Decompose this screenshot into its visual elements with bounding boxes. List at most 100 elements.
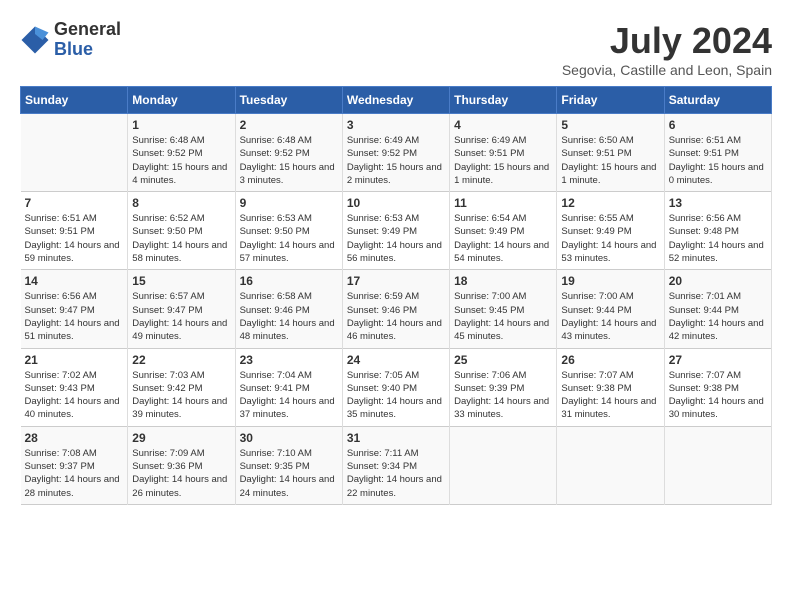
calendar-cell [557, 426, 664, 504]
day-number: 18 [454, 274, 552, 288]
calendar-cell: 10Sunrise: 6:53 AMSunset: 9:49 PMDayligh… [342, 192, 449, 270]
calendar-week-row: 14 Sunrise: 6:56 AMSunset: 9:47 PMDayligh… [21, 270, 772, 348]
day-info: Sunrise: 6:53 AMSunset: 9:50 PMDaylight:… [240, 212, 338, 265]
calendar-cell: 26 Sunrise: 7:07 AMSunset: 9:38 PMDayligh… [557, 348, 664, 426]
day-info: Sunrise: 6:56 AMSunset: 9:48 PMDaylight:… [669, 212, 767, 265]
day-number: 16 [240, 274, 338, 288]
day-info: Sunrise: 6:58 AMSunset: 9:46 PMDaylight:… [240, 290, 338, 343]
day-info: Sunrise: 7:04 AMSunset: 9:41 PMDaylight:… [240, 369, 338, 422]
day-number: 23 [240, 353, 338, 367]
calendar-cell [21, 114, 128, 192]
calendar-header-row: Sunday Monday Tuesday Wednesday Thursday… [21, 87, 772, 114]
day-number: 30 [240, 431, 338, 445]
day-info: Sunrise: 7:09 AMSunset: 9:36 PMDaylight:… [132, 447, 230, 500]
day-number: 9 [240, 196, 338, 210]
day-info: Sunrise: 6:50 AMSunset: 9:51 PMDaylight:… [561, 134, 659, 187]
day-number: 28 [25, 431, 124, 445]
day-number: 22 [132, 353, 230, 367]
calendar-cell: 1Sunrise: 6:48 AMSunset: 9:52 PMDaylight… [128, 114, 235, 192]
day-number: 20 [669, 274, 767, 288]
day-info: Sunrise: 7:07 AMSunset: 9:38 PMDaylight:… [561, 369, 659, 422]
calendar-cell: 22 Sunrise: 7:03 AMSunset: 9:42 PMDayligh… [128, 348, 235, 426]
calendar-cell: 9 Sunrise: 6:53 AMSunset: 9:50 PMDaylight… [235, 192, 342, 270]
calendar-cell: 17 Sunrise: 6:59 AMSunset: 9:46 PMDayligh… [342, 270, 449, 348]
header: General Blue July 2024 Segovia, Castille… [20, 20, 772, 78]
header-wednesday: Wednesday [342, 87, 449, 114]
day-info: Sunrise: 6:48 AMSunset: 9:52 PMDaylight:… [132, 134, 230, 187]
calendar-table: Sunday Monday Tuesday Wednesday Thursday… [20, 86, 772, 505]
day-info: Sunrise: 6:56 AMSunset: 9:47 PMDaylight:… [25, 290, 124, 343]
day-number: 15 [132, 274, 230, 288]
calendar-week-row: 7 Sunrise: 6:51 AMSunset: 9:51 PMDaylight… [21, 192, 772, 270]
calendar-cell: 18 Sunrise: 7:00 AMSunset: 9:45 PMDayligh… [450, 270, 557, 348]
day-info: Sunrise: 7:05 AMSunset: 9:40 PMDaylight:… [347, 369, 445, 422]
day-number: 21 [25, 353, 124, 367]
title-area: July 2024 Segovia, Castille and Leon, Sp… [562, 20, 772, 78]
calendar-cell: 20 Sunrise: 7:01 AMSunset: 9:44 PMDayligh… [664, 270, 771, 348]
day-number: 11 [454, 196, 552, 210]
day-info: Sunrise: 7:01 AMSunset: 9:44 PMDaylight:… [669, 290, 767, 343]
day-info: Sunrise: 7:11 AMSunset: 9:34 PMDaylight:… [347, 447, 445, 500]
day-number: 5 [561, 118, 659, 132]
day-info: Sunrise: 6:54 AMSunset: 9:49 PMDaylight:… [454, 212, 552, 265]
calendar-cell: 27Sunrise: 7:07 AMSunset: 9:38 PMDayligh… [664, 348, 771, 426]
day-info: Sunrise: 6:51 AMSunset: 9:51 PMDaylight:… [25, 212, 124, 265]
day-info: Sunrise: 6:49 AMSunset: 9:51 PMDaylight:… [454, 134, 552, 187]
day-number: 7 [25, 196, 124, 210]
day-number: 25 [454, 353, 552, 367]
calendar-week-row: 1Sunrise: 6:48 AMSunset: 9:52 PMDaylight… [21, 114, 772, 192]
day-info: Sunrise: 7:00 AMSunset: 9:44 PMDaylight:… [561, 290, 659, 343]
day-info: Sunrise: 7:06 AMSunset: 9:39 PMDaylight:… [454, 369, 552, 422]
day-info: Sunrise: 7:08 AMSunset: 9:37 PMDaylight:… [25, 447, 124, 500]
day-number: 26 [561, 353, 659, 367]
header-friday: Friday [557, 87, 664, 114]
day-number: 6 [669, 118, 767, 132]
calendar-cell: 7 Sunrise: 6:51 AMSunset: 9:51 PMDaylight… [21, 192, 128, 270]
logo-icon [20, 25, 50, 55]
day-info: Sunrise: 7:10 AMSunset: 9:35 PMDaylight:… [240, 447, 338, 500]
day-number: 14 [25, 274, 124, 288]
logo: General Blue [20, 20, 121, 60]
calendar-cell: 2Sunrise: 6:48 AMSunset: 9:52 PMDaylight… [235, 114, 342, 192]
header-tuesday: Tuesday [235, 87, 342, 114]
calendar-cell: 30 Sunrise: 7:10 AMSunset: 9:35 PMDayligh… [235, 426, 342, 504]
day-info: Sunrise: 6:57 AMSunset: 9:47 PMDaylight:… [132, 290, 230, 343]
calendar-week-row: 21 Sunrise: 7:02 AMSunset: 9:43 PMDayligh… [21, 348, 772, 426]
calendar-cell: 21 Sunrise: 7:02 AMSunset: 9:43 PMDayligh… [21, 348, 128, 426]
day-info: Sunrise: 6:59 AMSunset: 9:46 PMDaylight:… [347, 290, 445, 343]
day-number: 8 [132, 196, 230, 210]
day-info: Sunrise: 7:00 AMSunset: 9:45 PMDaylight:… [454, 290, 552, 343]
calendar-cell: 11 Sunrise: 6:54 AMSunset: 9:49 PMDayligh… [450, 192, 557, 270]
calendar-cell: 25 Sunrise: 7:06 AMSunset: 9:39 PMDayligh… [450, 348, 557, 426]
day-number: 31 [347, 431, 445, 445]
calendar-cell [450, 426, 557, 504]
calendar-cell: 31 Sunrise: 7:11 AMSunset: 9:34 PMDayligh… [342, 426, 449, 504]
page-container: General Blue July 2024 Segovia, Castille… [20, 20, 772, 505]
header-monday: Monday [128, 87, 235, 114]
logo-general: General [54, 20, 121, 40]
location: Segovia, Castille and Leon, Spain [562, 62, 772, 78]
calendar-cell: 5 Sunrise: 6:50 AMSunset: 9:51 PMDaylight… [557, 114, 664, 192]
day-number: 17 [347, 274, 445, 288]
calendar-cell: 23 Sunrise: 7:04 AMSunset: 9:41 PMDayligh… [235, 348, 342, 426]
day-info: Sunrise: 7:03 AMSunset: 9:42 PMDaylight:… [132, 369, 230, 422]
calendar-cell: 29Sunrise: 7:09 AMSunset: 9:36 PMDayligh… [128, 426, 235, 504]
header-saturday: Saturday [664, 87, 771, 114]
logo-blue: Blue [54, 40, 121, 60]
day-number: 12 [561, 196, 659, 210]
calendar-cell: 19Sunrise: 7:00 AMSunset: 9:44 PMDayligh… [557, 270, 664, 348]
day-info: Sunrise: 7:07 AMSunset: 9:38 PMDaylight:… [669, 369, 767, 422]
day-number: 13 [669, 196, 767, 210]
day-info: Sunrise: 6:55 AMSunset: 9:49 PMDaylight:… [561, 212, 659, 265]
day-info: Sunrise: 6:49 AMSunset: 9:52 PMDaylight:… [347, 134, 445, 187]
calendar-cell: 15 Sunrise: 6:57 AMSunset: 9:47 PMDayligh… [128, 270, 235, 348]
day-number: 24 [347, 353, 445, 367]
day-info: Sunrise: 6:51 AMSunset: 9:51 PMDaylight:… [669, 134, 767, 187]
calendar-cell: 13 Sunrise: 6:56 AMSunset: 9:48 PMDayligh… [664, 192, 771, 270]
day-info: Sunrise: 6:52 AMSunset: 9:50 PMDaylight:… [132, 212, 230, 265]
header-thursday: Thursday [450, 87, 557, 114]
day-number: 2 [240, 118, 338, 132]
calendar-week-row: 28 Sunrise: 7:08 AMSunset: 9:37 PMDayligh… [21, 426, 772, 504]
calendar-cell: 6 Sunrise: 6:51 AMSunset: 9:51 PMDaylight… [664, 114, 771, 192]
day-info: Sunrise: 7:02 AMSunset: 9:43 PMDaylight:… [25, 369, 124, 422]
